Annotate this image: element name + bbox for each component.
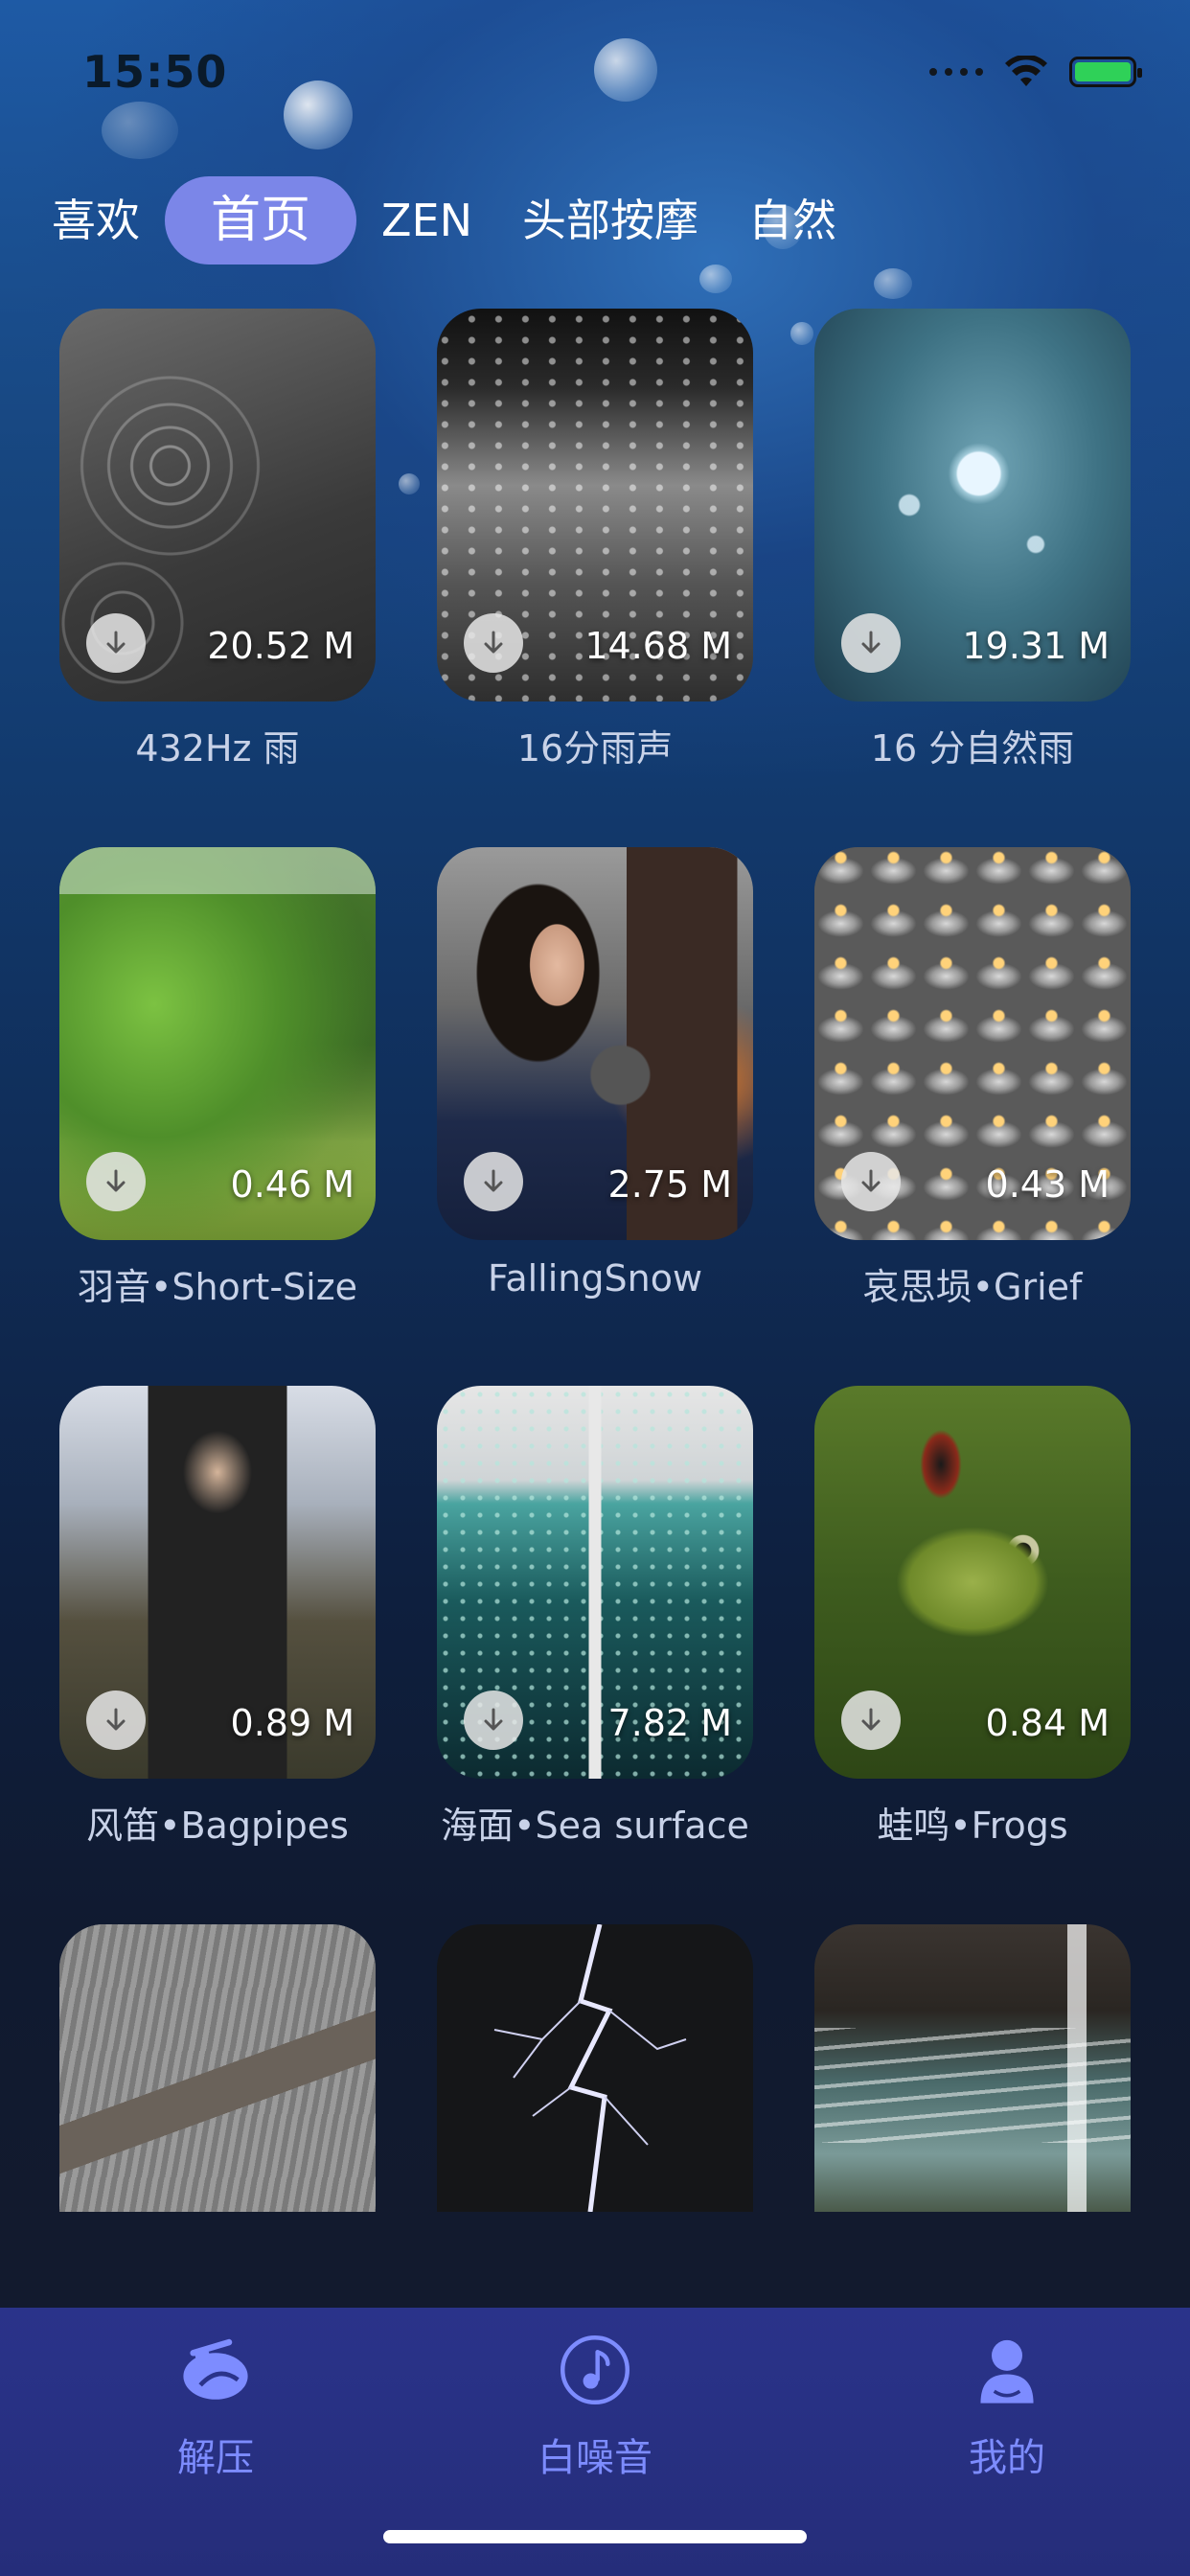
sound-thumbnail[interactable]: 19.31 M — [814, 309, 1131, 702]
sound-thumbnail[interactable]: 14.68 M — [437, 309, 753, 702]
sound-card[interactable]: 0.89 M 风笛•Bagpipes — [59, 1386, 376, 1849]
sound-thumbnail[interactable]: 0.46 M — [59, 847, 376, 1240]
bokeh-bubble — [790, 322, 813, 345]
status-time: 15:50 — [82, 46, 228, 98]
sound-card[interactable]: 20.52 M 432Hz 雨 — [59, 309, 376, 771]
sound-thumbnail[interactable]: 7.82 M — [437, 1386, 753, 1779]
tab-head-massage[interactable]: 头部按摩 — [497, 176, 723, 264]
sound-card[interactable]: 7.82 M 海面•Sea surface — [437, 1386, 753, 1849]
sound-title: 哀思埙•Grief — [862, 1266, 1083, 1308]
sound-thumbnail[interactable]: 0.89 M — [59, 1386, 376, 1779]
download-icon — [484, 1169, 503, 1192]
bokeh-bubble — [874, 268, 912, 299]
tab-nature[interactable]: 自然 — [723, 176, 861, 264]
download-button[interactable] — [464, 1152, 523, 1211]
status-bar: 15:50 — [0, 0, 1190, 144]
file-size: 14.68 M — [584, 625, 732, 667]
sound-thumbnail[interactable]: 0.43 M — [814, 847, 1131, 1240]
sound-thumbnail[interactable] — [814, 1924, 1131, 2212]
sound-card[interactable] — [814, 1924, 1131, 2212]
sound-card[interactable]: 0.46 M 羽音•Short-Size — [59, 847, 376, 1310]
download-button[interactable] — [464, 1690, 523, 1750]
download-button[interactable] — [464, 613, 523, 673]
download-icon — [861, 1169, 881, 1192]
sound-card[interactable]: 14.68 M 16分雨声 — [437, 309, 753, 771]
bokeh-bubble — [399, 473, 420, 494]
tabbar-label: 我的 — [969, 2436, 1045, 2480]
bokeh-bubble — [699, 264, 732, 293]
download-icon — [484, 1708, 503, 1731]
tabbar-label: 解压 — [177, 2436, 254, 2480]
download-icon — [861, 1708, 881, 1731]
tab-favorites[interactable]: 喜欢 — [48, 176, 165, 264]
sound-card[interactable] — [59, 1924, 376, 2212]
file-size: 7.82 M — [607, 1702, 732, 1744]
sound-title: 16分雨声 — [516, 727, 674, 770]
sound-thumbnail[interactable]: 2.75 M — [437, 847, 753, 1240]
sound-thumbnail[interactable]: 0.84 M — [814, 1386, 1131, 1779]
sound-thumbnail[interactable]: 20.52 M — [59, 309, 376, 702]
wifi-icon — [1005, 56, 1047, 86]
sound-title: 蛙鸣•Frogs — [877, 1805, 1068, 1847]
tabbar-item-relax[interactable]: 解压 — [96, 2327, 335, 2482]
sound-title: 16 分自然雨 — [870, 727, 1075, 770]
download-icon — [861, 631, 881, 654]
sound-title: 风笛•Bagpipes — [86, 1805, 349, 1847]
file-size: 2.75 M — [607, 1163, 732, 1206]
file-size: 0.89 M — [230, 1702, 355, 1744]
sound-thumbnail[interactable] — [59, 1924, 376, 2212]
sound-card[interactable]: 0.43 M 哀思埙•Grief — [814, 847, 1131, 1310]
download-button[interactable] — [841, 1152, 901, 1211]
tabbar-item-white-noise[interactable]: 白噪音 — [475, 2327, 715, 2482]
lightning-illustration — [493, 1924, 687, 2212]
file-size: 19.31 M — [962, 625, 1110, 667]
tab-zen[interactable]: ZEN — [356, 176, 497, 264]
sound-card[interactable]: 19.31 M 16 分自然雨 — [814, 309, 1131, 771]
download-button[interactable] — [841, 1690, 901, 1750]
home-indicator[interactable] — [383, 2530, 807, 2543]
download-icon — [484, 631, 503, 654]
file-size: 0.43 M — [985, 1163, 1110, 1206]
download-icon — [106, 1708, 126, 1731]
download-button[interactable] — [86, 613, 146, 673]
tabbar-item-mine[interactable]: 我的 — [887, 2327, 1127, 2482]
sound-title: FallingSnow — [487, 1257, 703, 1300]
tabbar-label: 白噪音 — [538, 2436, 652, 2480]
file-size: 20.52 M — [207, 625, 355, 667]
sound-card[interactable] — [437, 1924, 753, 2212]
sound-card[interactable]: 0.84 M 蛙鸣•Frogs — [814, 1386, 1131, 1849]
file-size: 0.46 M — [230, 1163, 355, 1206]
battery-icon — [1069, 57, 1142, 87]
download-button[interactable] — [86, 1690, 146, 1750]
sound-card[interactable]: 2.75 M FallingSnow — [437, 847, 753, 1300]
signal-icon — [929, 68, 983, 76]
sound-title: 432Hz 雨 — [135, 727, 300, 770]
download-icon — [106, 1169, 126, 1192]
sound-thumbnail[interactable] — [437, 1924, 753, 2212]
download-button[interactable] — [86, 1152, 146, 1211]
category-tabs: 喜欢 首页 ZEN 头部按摩 自然 — [48, 172, 861, 268]
sound-title: 海面•Sea surface — [441, 1805, 749, 1847]
bird-icon — [172, 2327, 259, 2413]
download-icon — [106, 631, 126, 654]
music-note-icon — [552, 2327, 638, 2413]
file-size: 0.84 M — [985, 1702, 1110, 1744]
sound-title: 羽音•Short-Size — [77, 1266, 358, 1308]
status-icons — [929, 56, 1142, 88]
download-button[interactable] — [841, 613, 901, 673]
tab-home[interactable]: 首页 — [165, 176, 357, 264]
user-icon — [964, 2327, 1050, 2413]
